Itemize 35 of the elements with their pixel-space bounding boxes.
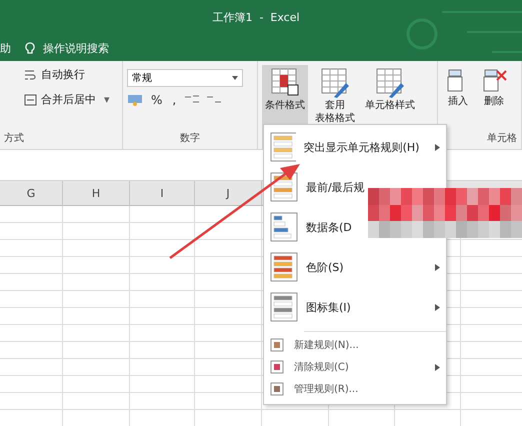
- menu-item[interactable]: 最前/最后规: [306, 180, 365, 194]
- table-style-icon: [320, 67, 350, 99]
- percent-button[interactable]: %: [149, 93, 164, 107]
- menu-item[interactable]: 图标集(I): [306, 300, 351, 314]
- rule-table-icon: [270, 132, 296, 162]
- wrap-text-button[interactable]: 自动换行: [22, 65, 118, 84]
- column-header[interactable]: I: [130, 181, 195, 205]
- column-header[interactable]: G: [0, 181, 63, 205]
- currency-icon[interactable]: [127, 94, 143, 106]
- menu-item[interactable]: 数据条(D: [306, 220, 352, 234]
- column-header[interactable]: J: [195, 181, 262, 205]
- window-title: 工作簿1 - Excel: [212, 10, 300, 25]
- color-scale-icon: [270, 252, 298, 282]
- group-label: 方式: [4, 132, 25, 146]
- lightbulb-icon: [25, 42, 35, 54]
- merge-cells-icon: [24, 94, 37, 106]
- cell-style-icon: [375, 67, 405, 99]
- data-bar-icon: [270, 212, 298, 242]
- comma-button[interactable]: ,: [170, 93, 178, 107]
- ribbon-tab[interactable]: 助: [0, 40, 11, 56]
- group-label: 单元格: [486, 132, 517, 146]
- group-label: 数字: [179, 132, 201, 146]
- column-header[interactable]: H: [63, 181, 130, 205]
- number-format-dropdown[interactable]: 常规: [127, 69, 243, 87]
- merge-center-button[interactable]: 合并后居中 ▾: [22, 90, 118, 109]
- caret-icon: [232, 76, 238, 80]
- menu-item[interactable]: 管理规则(R)...: [294, 382, 358, 396]
- menu-item[interactable]: 清除规则(C): [294, 360, 349, 374]
- icon-set-icon: [270, 292, 298, 322]
- wrap-text-icon: [24, 68, 37, 80]
- insert-button[interactable]: 插入: [442, 65, 474, 131]
- menu-item[interactable]: 新建规则(N)...: [294, 338, 359, 352]
- menu-item[interactable]: 色阶(S): [306, 260, 344, 274]
- tell-me-search[interactable]: 操作说明搜索: [25, 40, 109, 56]
- delete-button[interactable]: 删除: [478, 65, 510, 131]
